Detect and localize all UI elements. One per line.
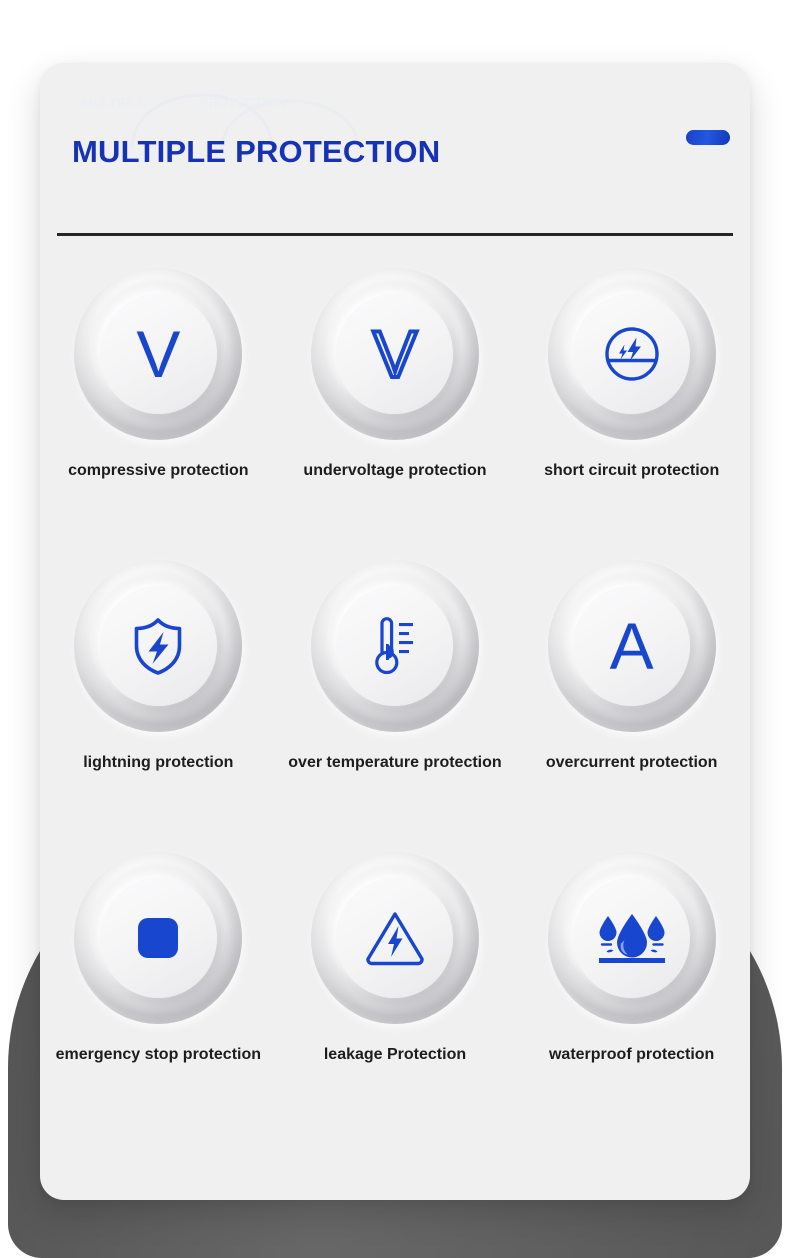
badge-outer-ring: A (547, 560, 716, 732)
svg-text:MULTIPLE: MULTIPLE (82, 95, 146, 110)
protection-label: short circuit protection (544, 462, 720, 479)
short-circuit-icon (604, 327, 659, 381)
header-divider (57, 233, 733, 236)
protection-label: emergency stop protection (55, 1046, 262, 1063)
shield-lightning-icon (135, 618, 182, 675)
protection-label: leakage Protection (323, 1046, 467, 1063)
protection-label: undervoltage protection (303, 462, 487, 479)
protection-label: overcurrent protection (545, 754, 718, 771)
badge-outer-ring: V (74, 268, 243, 440)
protection-card: MULTIPLE PROTECTION MULTIPLE PROTECTION … (40, 63, 750, 1200)
badge-outer-ring (310, 852, 479, 1024)
protection-item-lightning[interactable]: lightning protection (40, 560, 276, 852)
letter-a-solid-icon: A (609, 609, 654, 683)
badge-outer-ring (547, 852, 716, 1024)
badge-outer-ring (547, 268, 716, 440)
badge-outer-ring: V (310, 268, 479, 440)
badge-outer-ring (310, 560, 479, 732)
badge-inner-disc (99, 878, 217, 998)
badge-inner-disc (99, 586, 217, 706)
badge-outer-ring (74, 852, 243, 1024)
protection-label: over temperature protection (288, 754, 502, 771)
warning-triangle-bolt-icon (366, 912, 424, 966)
badge-inner-disc (336, 878, 454, 998)
water-droplets-icon (598, 914, 665, 963)
protection-label: lightning protection (83, 754, 234, 771)
letter-v-outline-icon: V (371, 317, 419, 391)
badge-inner-disc (573, 294, 691, 414)
protection-item-short-circuit[interactable]: short circuit protection (514, 268, 750, 560)
thermometer-icon (375, 617, 413, 675)
svg-text:PROTECTION: PROTECTION (200, 95, 285, 110)
badge-outer-ring (74, 560, 243, 732)
badge-inner-disc (573, 878, 691, 998)
protection-item-overcurrent[interactable]: A overcurrent protection (514, 560, 750, 852)
protection-item-over-temperature[interactable]: over temperature protection (277, 560, 513, 852)
protection-item-waterproof[interactable]: waterproof protection (514, 852, 750, 1144)
badge-inner-disc: V (336, 294, 454, 414)
letter-v-solid-icon: V (136, 317, 181, 391)
protection-label: compressive protection (68, 462, 249, 479)
page-title: MULTIPLE PROTECTION (72, 134, 441, 169)
protection-item-emergency-stop[interactable]: emergency stop protection (40, 852, 276, 1144)
badge-inner-disc: A (573, 586, 691, 706)
protection-label: waterproof protection (548, 1046, 715, 1063)
protection-item-undervoltage[interactable]: V undervoltage protection (277, 268, 513, 560)
protection-item-leakage[interactable]: leakage Protection (277, 852, 513, 1144)
badge-inner-disc: V (99, 294, 217, 414)
status-badge[interactable] (686, 130, 730, 145)
protection-grid: V compressive protection V undervoltage … (40, 268, 750, 1144)
protection-item-compressive[interactable]: V compressive protection (40, 268, 276, 560)
stop-square-icon (138, 918, 179, 958)
badge-inner-disc (336, 586, 454, 706)
